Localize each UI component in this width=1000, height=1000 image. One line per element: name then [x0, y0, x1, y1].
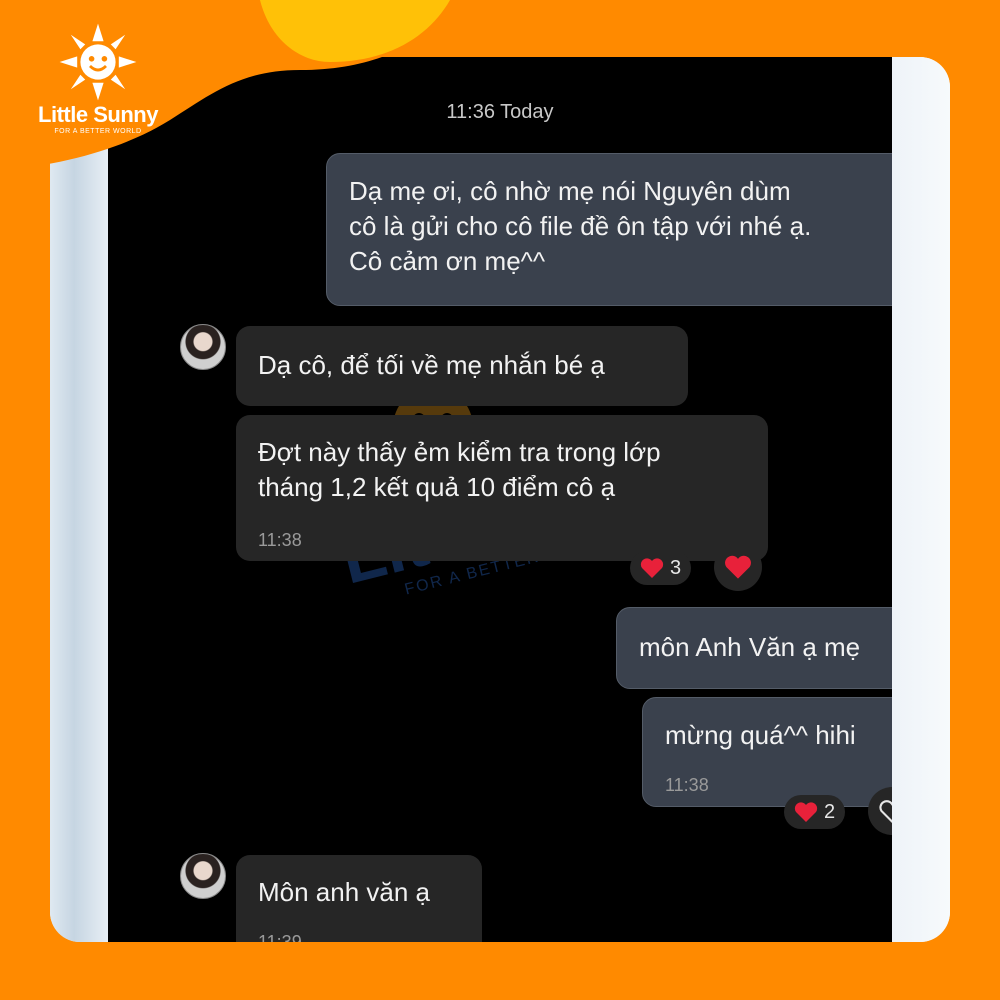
photo-frame: 11:36 Today Little Sunny	[50, 57, 950, 942]
message-text: Dạ cô, để tối về mẹ nhắn bé ạ	[258, 350, 605, 380]
contact-avatar[interactable]	[180, 853, 226, 899]
message-text: môn Anh Văn ạ mẹ	[639, 632, 861, 662]
heart-icon	[794, 802, 818, 822]
heart-react-button[interactable]	[714, 543, 762, 591]
message-text: mừng quá^^ hihi	[665, 720, 856, 750]
heart-outline-icon	[879, 800, 892, 823]
message-time: 11:39	[258, 932, 302, 942]
message-bubble-outgoing[interactable]: môn Anh Văn ạ mẹ	[616, 607, 892, 689]
reaction-badge[interactable]: 3	[630, 551, 692, 585]
message-bubble-outgoing[interactable]: mừng quá^^ hihi 11:38	[642, 697, 892, 807]
message-text: Đợt này thấy ẻm kiểm tra trong lớp tháng…	[258, 437, 661, 502]
brand-logo: Little Sunny FOR A BETTER WORLD	[18, 18, 168, 143]
chat-timestamp: 11:36 Today	[446, 101, 554, 123]
message-text: Môn anh văn ạ	[258, 877, 431, 907]
message-bubble-incoming[interactable]: Dạ cô, để tối về mẹ nhắn bé ạ	[236, 326, 688, 406]
brand-tagline: FOR A BETTER WORLD	[54, 128, 142, 135]
sun-icon	[59, 23, 137, 101]
heart-icon	[640, 558, 664, 578]
message-bubble-incoming[interactable]: Đợt này thấy ẻm kiểm tra trong lớp tháng…	[236, 415, 768, 561]
message-text: Dạ mẹ ơi, cô nhờ mẹ nói Nguyên dùm cô là…	[349, 176, 812, 276]
message-time: 11:38	[258, 530, 302, 550]
heart-icon	[725, 555, 751, 579]
chat-screen[interactable]: 11:36 Today Little Sunny	[108, 57, 892, 942]
message-time: 11:38	[665, 775, 709, 795]
reaction-badge[interactable]: 2	[784, 795, 846, 829]
blurred-left-edge	[50, 57, 110, 942]
blurred-right-edge	[892, 57, 950, 942]
message-bubble-incoming[interactable]: Môn anh văn ạ 11:39	[236, 855, 482, 942]
contact-avatar[interactable]	[180, 324, 226, 370]
reaction-count: 2	[824, 800, 836, 823]
message-bubble-outgoing[interactable]: Dạ mẹ ơi, cô nhờ mẹ nói Nguyên dùm cô là…	[326, 153, 892, 306]
brand-name: Little Sunny	[38, 102, 158, 127]
reaction-count: 3	[670, 556, 682, 579]
